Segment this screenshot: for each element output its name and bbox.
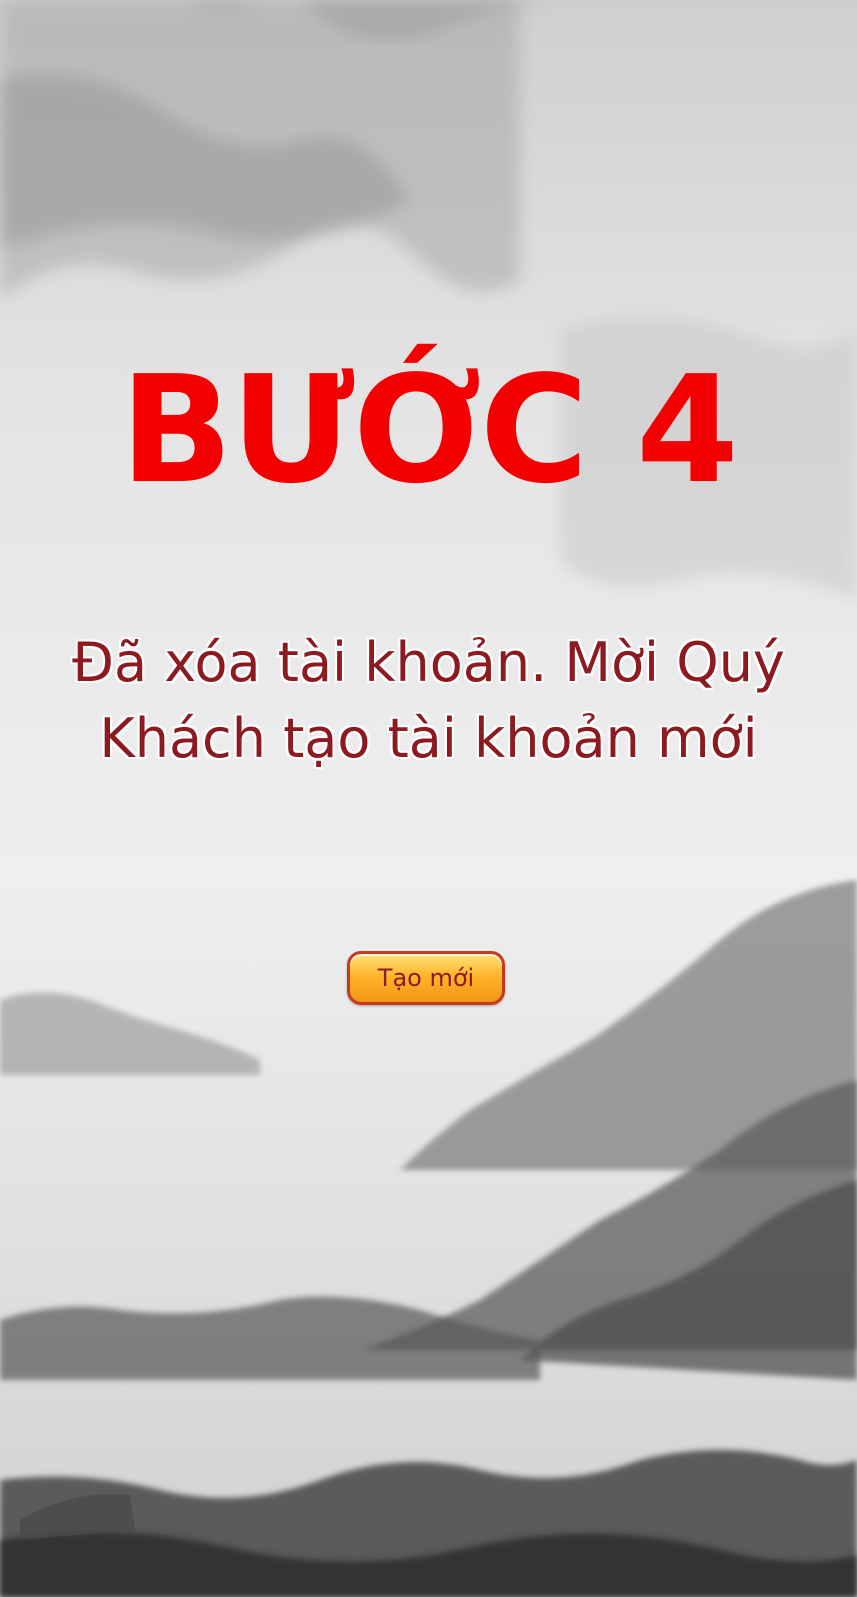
ink-landscape-background bbox=[0, 0, 857, 1597]
create-new-button[interactable]: Tạo mới bbox=[347, 951, 505, 1005]
step-title: BƯỚC 4 bbox=[120, 344, 739, 516]
account-deleted-message: Đã xóa tài khoản. Mời Quý Khách tạo tài … bbox=[72, 631, 785, 770]
